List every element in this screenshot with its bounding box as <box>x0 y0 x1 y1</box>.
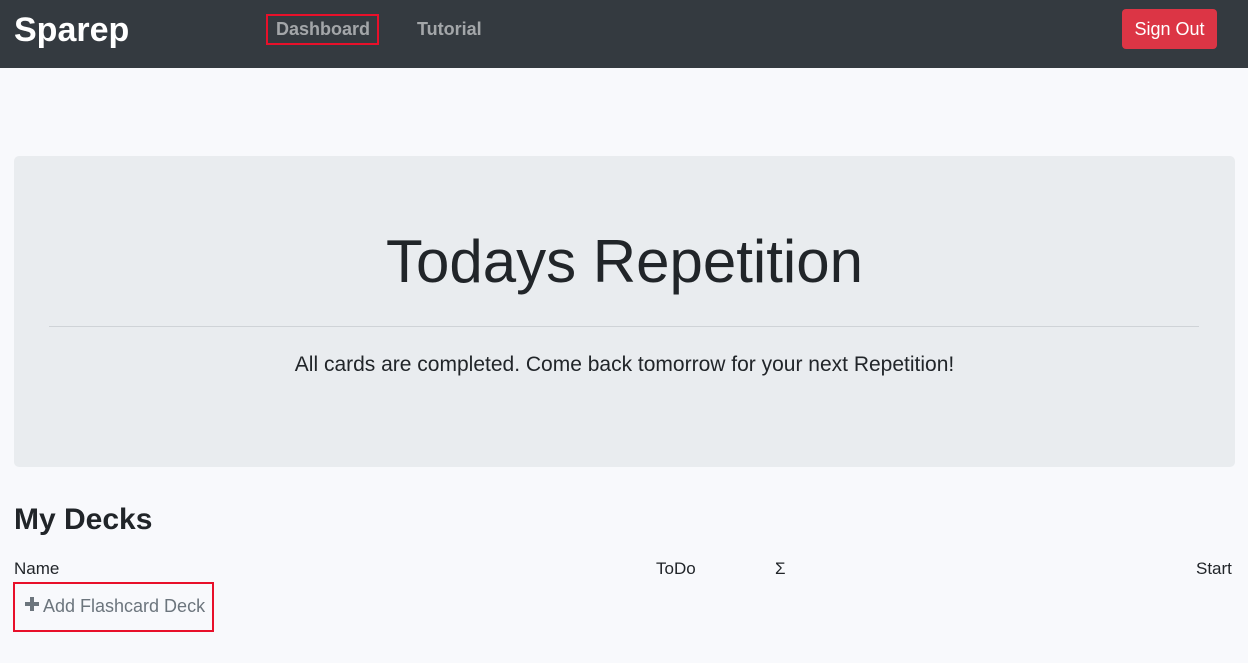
sign-out-button[interactable]: Sign Out <box>1122 9 1217 49</box>
navbar: Sparep Dashboard Tutorial Sign Out <box>0 0 1248 68</box>
my-decks-heading: My Decks <box>14 503 153 536</box>
completion-message: All cards are completed. Come back tomor… <box>294 353 955 376</box>
nav-link-tutorial[interactable]: Tutorial <box>417 17 482 41</box>
column-header-total: Σ <box>775 559 786 578</box>
column-header-todo: ToDo <box>656 559 696 578</box>
add-flashcard-deck-button[interactable]: Add Flashcard Deck <box>13 582 214 632</box>
brand-logo[interactable]: Sparep <box>14 10 129 50</box>
column-header-start: Start <box>1196 559 1232 578</box>
page-title: Todays Repetition <box>386 228 863 295</box>
divider <box>49 326 1199 327</box>
nav-link-dashboard[interactable]: Dashboard <box>266 14 380 45</box>
todays-repetition-panel: Todays Repetition All cards are complete… <box>14 156 1235 467</box>
add-flashcard-deck-label: Add Flashcard Deck <box>43 596 206 616</box>
plus-icon <box>25 597 39 611</box>
column-header-name: Name <box>14 559 60 578</box>
